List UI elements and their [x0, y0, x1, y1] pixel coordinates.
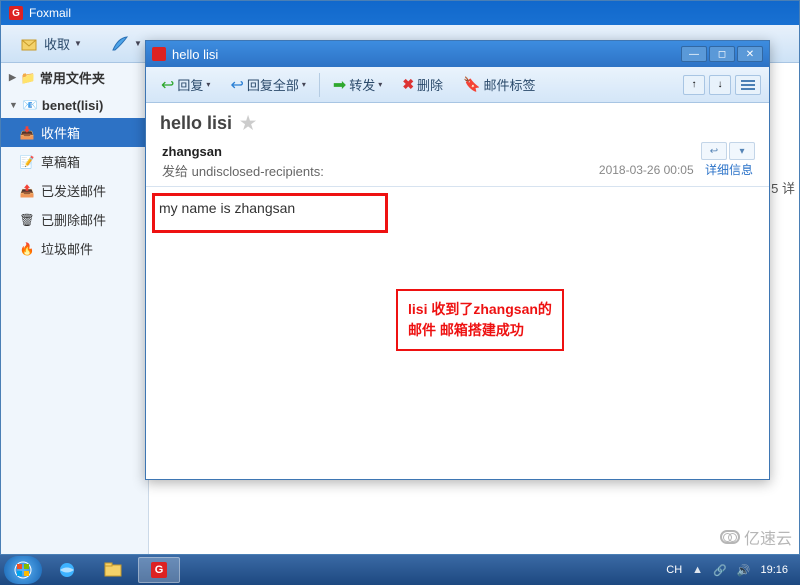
tray-flag-icon[interactable]: ▲: [692, 564, 703, 576]
receive-icon: [20, 34, 40, 54]
foxmail-logo-icon: G: [9, 6, 23, 20]
quick-reply-dropdown[interactable]: ▾: [729, 142, 755, 160]
forward-button[interactable]: ➡ 转发 ▾: [326, 71, 389, 99]
main-titlebar[interactable]: G Foxmail: [1, 1, 799, 25]
reply-arrow-icon: ↩: [161, 75, 174, 95]
sidebar-item-spam[interactable]: 🔥 垃圾邮件: [1, 234, 148, 263]
cutoff-text: 5 详: [771, 178, 795, 197]
spam-icon: 🔥: [19, 241, 35, 257]
tray-volume-icon[interactable]: 🔊: [737, 564, 751, 577]
tray-network-icon[interactable]: 🔗: [713, 564, 727, 577]
feather-icon: [110, 34, 130, 54]
toolbar-separator: [319, 73, 320, 97]
next-message-button[interactable]: ↓: [709, 75, 731, 95]
sidebar-item-sent[interactable]: 📤 已发送邮件: [1, 176, 148, 205]
sidebar-folder-common[interactable]: ▶ 📁 常用文件夹: [1, 63, 148, 92]
tags-button[interactable]: 🔖 邮件标签: [456, 71, 542, 98]
star-toggle[interactable]: ★: [240, 113, 256, 134]
taskbar-ie[interactable]: [46, 557, 88, 583]
watermark: 亿速云: [720, 525, 792, 549]
message-header: hello lisi ★ ↩ ▾ zhangsan 发给 undisclosed…: [146, 103, 769, 187]
chevron-down-icon: ▾: [378, 80, 382, 89]
message-body: my name is zhangsan lisi 收到了zhangsan的 邮件…: [146, 187, 769, 467]
sidebar-item-inbox[interactable]: 📥 收件箱: [1, 118, 148, 147]
recipients-label: 发给 undisclosed-recipients:: [162, 164, 324, 179]
collapse-arrow-icon: ▶: [9, 72, 16, 83]
message-subject: hello lisi: [160, 113, 232, 134]
message-timestamp: 2018-03-26 00:05 详细信息: [599, 161, 753, 178]
message-window: hello lisi — ◻ ✕ ↩ 回复 ▾ ↩ 回复全部 ▾ ➡ 转发 ▾ …: [145, 40, 770, 480]
inbox-icon: 📥: [19, 125, 35, 141]
reply-all-arrow-icon: ↩: [230, 75, 243, 95]
sidebar-folder-account[interactable]: ▼ 📧 benet(lisi): [1, 92, 148, 118]
list-menu-button[interactable]: [735, 75, 761, 95]
receive-button[interactable]: 收取 ▼: [11, 29, 91, 59]
sidebar: ▶ 📁 常用文件夹 ▼ 📧 benet(lisi) 📥 收件箱 📝 草稿箱 📤 …: [1, 63, 149, 554]
account-icon: 📧: [22, 97, 38, 113]
tray-clock[interactable]: 19:16: [760, 564, 788, 576]
chevron-down-icon: ▾: [302, 80, 306, 89]
sidebar-item-deleted[interactable]: 🗑 已删除邮件: [1, 205, 148, 234]
chevron-down-icon: ▼: [134, 39, 142, 48]
chevron-down-icon: ▾: [206, 80, 210, 89]
drafts-icon: 📝: [19, 154, 35, 170]
annotation-callout: lisi 收到了zhangsan的 邮件 邮箱搭建成功: [396, 289, 564, 351]
start-button[interactable]: [4, 556, 42, 584]
foxmail-logo-icon: G: [151, 562, 167, 578]
sidebar-item-drafts[interactable]: 📝 草稿箱: [1, 147, 148, 176]
quick-reply-button[interactable]: ↩: [701, 142, 727, 160]
expand-arrow-icon: ▼: [9, 100, 18, 110]
taskbar-foxmail[interactable]: G: [138, 557, 180, 583]
compose-button[interactable]: ▼: [101, 29, 151, 59]
message-body-text: my name is zhangsan: [159, 200, 295, 216]
maximize-button[interactable]: ◻: [709, 46, 735, 62]
detail-link[interactable]: 详细信息: [705, 163, 753, 177]
ime-indicator[interactable]: CH: [666, 564, 682, 576]
delete-x-icon: ✖: [402, 76, 414, 93]
delete-button[interactable]: ✖ 删除: [395, 71, 450, 98]
forward-arrow-icon: ➡: [333, 75, 346, 95]
minimize-button[interactable]: —: [681, 46, 707, 62]
message-window-title: hello lisi: [172, 47, 218, 62]
tag-icon: 🔖: [463, 76, 480, 93]
close-button[interactable]: ✕: [737, 46, 763, 62]
reply-button[interactable]: ↩ 回复 ▾: [154, 71, 217, 99]
app-title: Foxmail: [29, 6, 71, 20]
taskbar-explorer[interactable]: [92, 557, 134, 583]
folder-icon: 📁: [20, 70, 36, 86]
annotation-highlight-box: my name is zhangsan: [152, 193, 388, 233]
sent-icon: 📤: [19, 183, 35, 199]
prev-message-button[interactable]: ↑: [683, 75, 705, 95]
system-tray: CH ▲ 🔗 🔊 19:16: [666, 564, 796, 577]
message-toolbar: ↩ 回复 ▾ ↩ 回复全部 ▾ ➡ 转发 ▾ ✖ 删除 🔖 邮件标签 ↑ ↓: [146, 67, 769, 103]
foxmail-logo-icon: [152, 47, 166, 61]
watermark-icon: [720, 530, 740, 544]
receive-label: 收取: [44, 34, 70, 53]
trash-icon: 🗑: [19, 212, 35, 228]
message-titlebar[interactable]: hello lisi — ◻ ✕: [146, 41, 769, 67]
taskbar: G CH ▲ 🔗 🔊 19:16: [0, 555, 800, 585]
chevron-down-icon: ▼: [74, 39, 82, 48]
reply-all-button[interactable]: ↩ 回复全部 ▾: [223, 71, 312, 99]
sender-name: zhangsan: [162, 144, 753, 159]
